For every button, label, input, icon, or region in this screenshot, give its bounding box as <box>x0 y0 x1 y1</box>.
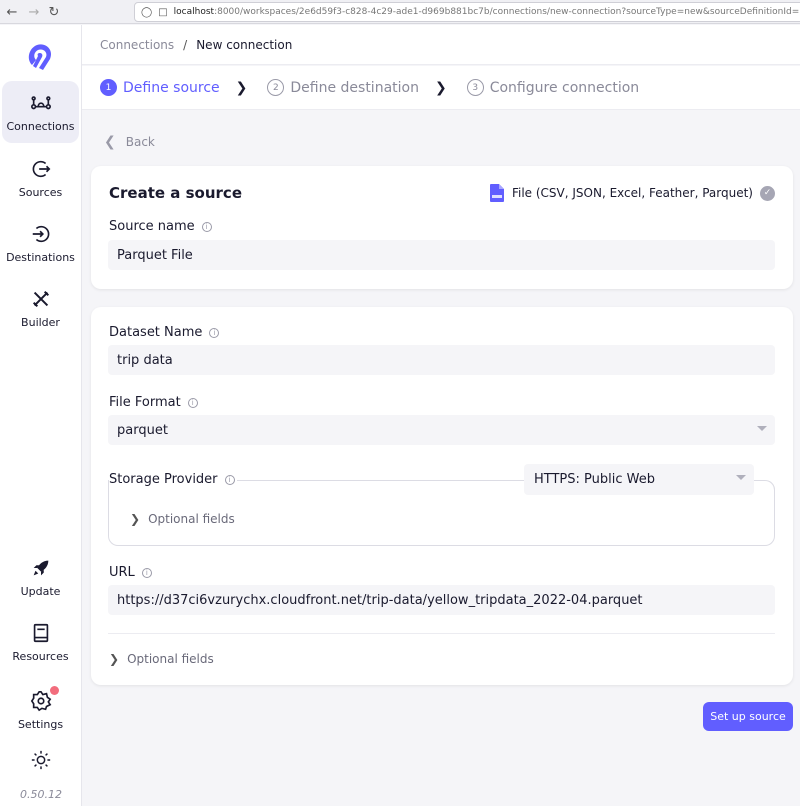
book-icon <box>33 623 48 642</box>
source-type-badge: File (CSV, JSON, Excel, Feather, Parquet… <box>489 184 775 202</box>
file-icon <box>489 184 504 202</box>
verified-icon: ✓ <box>760 185 775 201</box>
file-format-label-text: File Format <box>109 395 181 410</box>
step-define-source[interactable]: 1 Define source <box>100 79 220 96</box>
browser-forward-button[interactable]: → <box>23 1 45 23</box>
file-format-label: File Format i <box>109 395 198 410</box>
chevron-right-icon: ❯ <box>109 652 120 666</box>
sidebar-item-label: Settings <box>17 717 64 731</box>
dataset-name-label-text: Dataset Name <box>109 325 203 340</box>
storage-provider-select[interactable]: HTTPS: Public Web <box>524 464 754 495</box>
step-configure-connection[interactable]: 3 Configure connection <box>466 79 640 96</box>
sidebar-item-label: Builder <box>21 315 60 329</box>
optional-fields-label: Optional fields <box>127 652 214 666</box>
sidebar-item-label: Destinations <box>6 250 75 264</box>
sidebar-item-update[interactable]: Update <box>2 546 79 608</box>
browser-reload-button[interactable]: ↻ <box>43 1 65 23</box>
source-config-card: Dataset Name i trip data File Format i p… <box>91 307 793 685</box>
url-path: :8000/workspaces/2e6d59f3-c828-4c29-ade1… <box>214 7 800 17</box>
step-number: 2 <box>267 79 285 96</box>
url-label-text: URL <box>109 565 135 580</box>
caret-down-icon <box>736 475 746 480</box>
storage-optional-fields-toggle[interactable]: ❯ Optional fields <box>130 512 235 526</box>
source-name-label: Source name i <box>109 219 212 234</box>
breadcrumb-separator: / <box>183 37 188 52</box>
info-icon[interactable]: i <box>187 397 198 408</box>
url-label: URL i <box>109 565 152 580</box>
page-icon: □ <box>158 6 168 18</box>
dataset-name-label: Dataset Name i <box>109 325 220 340</box>
chevron-left-icon: ❮ <box>104 134 116 150</box>
url-host: localhost <box>173 7 215 17</box>
breadcrumb: Connections / New connection <box>82 25 800 65</box>
chevron-right-icon: ❯ <box>130 512 141 526</box>
section-divider <box>108 633 775 634</box>
set-up-source-button[interactable]: Set up source <box>703 702 793 731</box>
destinations-icon <box>32 225 49 242</box>
rocket-icon <box>33 560 48 575</box>
step-define-destination[interactable]: 2 Define destination <box>267 79 419 96</box>
sidebar-item-resources[interactable]: Resources <box>2 611 79 673</box>
sidebar-item-settings[interactable]: Settings <box>2 679 79 741</box>
dataset-name-input[interactable]: trip data <box>108 345 775 375</box>
storage-provider-value: HTTPS: Public Web <box>534 472 655 487</box>
step-number: 1 <box>100 79 117 96</box>
source-type-label: File (CSV, JSON, Excel, Feather, Parquet… <box>511 186 753 200</box>
file-format-value: parquet <box>117 422 168 438</box>
connection-stepper: 1 Define source ❯ 2 Define destination ❯… <box>82 66 800 110</box>
info-icon[interactable]: i <box>209 327 220 338</box>
sidebar: Connections Sources Destinations Builder… <box>0 25 82 806</box>
theme-toggle-button[interactable] <box>2 733 79 793</box>
info-icon[interactable]: i <box>141 567 152 578</box>
card-title: Create a source <box>109 184 242 202</box>
sidebar-item-destinations[interactable]: Destinations <box>2 212 79 274</box>
source-name-label-text: Source name <box>109 219 195 234</box>
address-bar[interactable]: ◯ □ localhost:8000/workspaces/2e6d59f3-c… <box>134 2 800 22</box>
step-label: Define destination <box>290 79 419 96</box>
connections-icon <box>30 95 51 109</box>
storage-provider-group-corner <box>754 480 775 496</box>
optional-fields-toggle[interactable]: ❯ Optional fields <box>109 652 214 666</box>
breadcrumb-connections-link[interactable]: Connections <box>100 38 174 52</box>
breadcrumb-current: New connection <box>196 37 293 52</box>
chevron-right-icon: ❯ <box>235 79 248 96</box>
sidebar-item-label: Update <box>20 584 61 598</box>
notification-dot <box>50 686 59 695</box>
back-button[interactable]: ❮ Back <box>104 134 155 150</box>
app-version: 0.50.12 <box>20 788 62 801</box>
sidebar-item-sources[interactable]: Sources <box>2 147 79 209</box>
step-label: Define source <box>123 79 220 96</box>
shield-icon: ◯ <box>141 6 153 18</box>
file-format-select[interactable]: parquet <box>108 415 775 445</box>
builder-icon <box>32 290 49 307</box>
optional-fields-label: Optional fields <box>148 512 235 526</box>
source-name-input[interactable]: Parquet File <box>108 240 775 270</box>
sun-icon <box>31 750 50 770</box>
info-icon[interactable]: i <box>201 221 212 232</box>
sidebar-item-label: Resources <box>12 649 69 663</box>
airbyte-logo-icon[interactable] <box>24 41 56 73</box>
browser-back-button[interactable]: ← <box>1 1 23 23</box>
sources-icon <box>32 160 50 177</box>
sidebar-item-builder[interactable]: Builder <box>2 277 79 339</box>
caret-down-icon <box>757 426 767 431</box>
gear-icon <box>30 690 51 711</box>
chevron-right-icon: ❯ <box>434 79 447 96</box>
browser-toolbar: ← → ↻ ◯ □ localhost:8000/workspaces/2e6d… <box>0 0 800 24</box>
step-label: Configure connection <box>489 79 640 96</box>
sidebar-item-connections[interactable]: Connections <box>2 81 79 143</box>
step-number: 3 <box>466 79 484 96</box>
url-input[interactable]: https://d37ci6vzurychx.cloudfront.net/tr… <box>108 585 775 615</box>
sidebar-item-label: Sources <box>18 185 63 199</box>
create-source-card: Create a source File (CSV, JSON, Excel, … <box>91 166 793 289</box>
sidebar-item-label: Connections <box>6 119 75 133</box>
back-label: Back <box>125 135 155 149</box>
